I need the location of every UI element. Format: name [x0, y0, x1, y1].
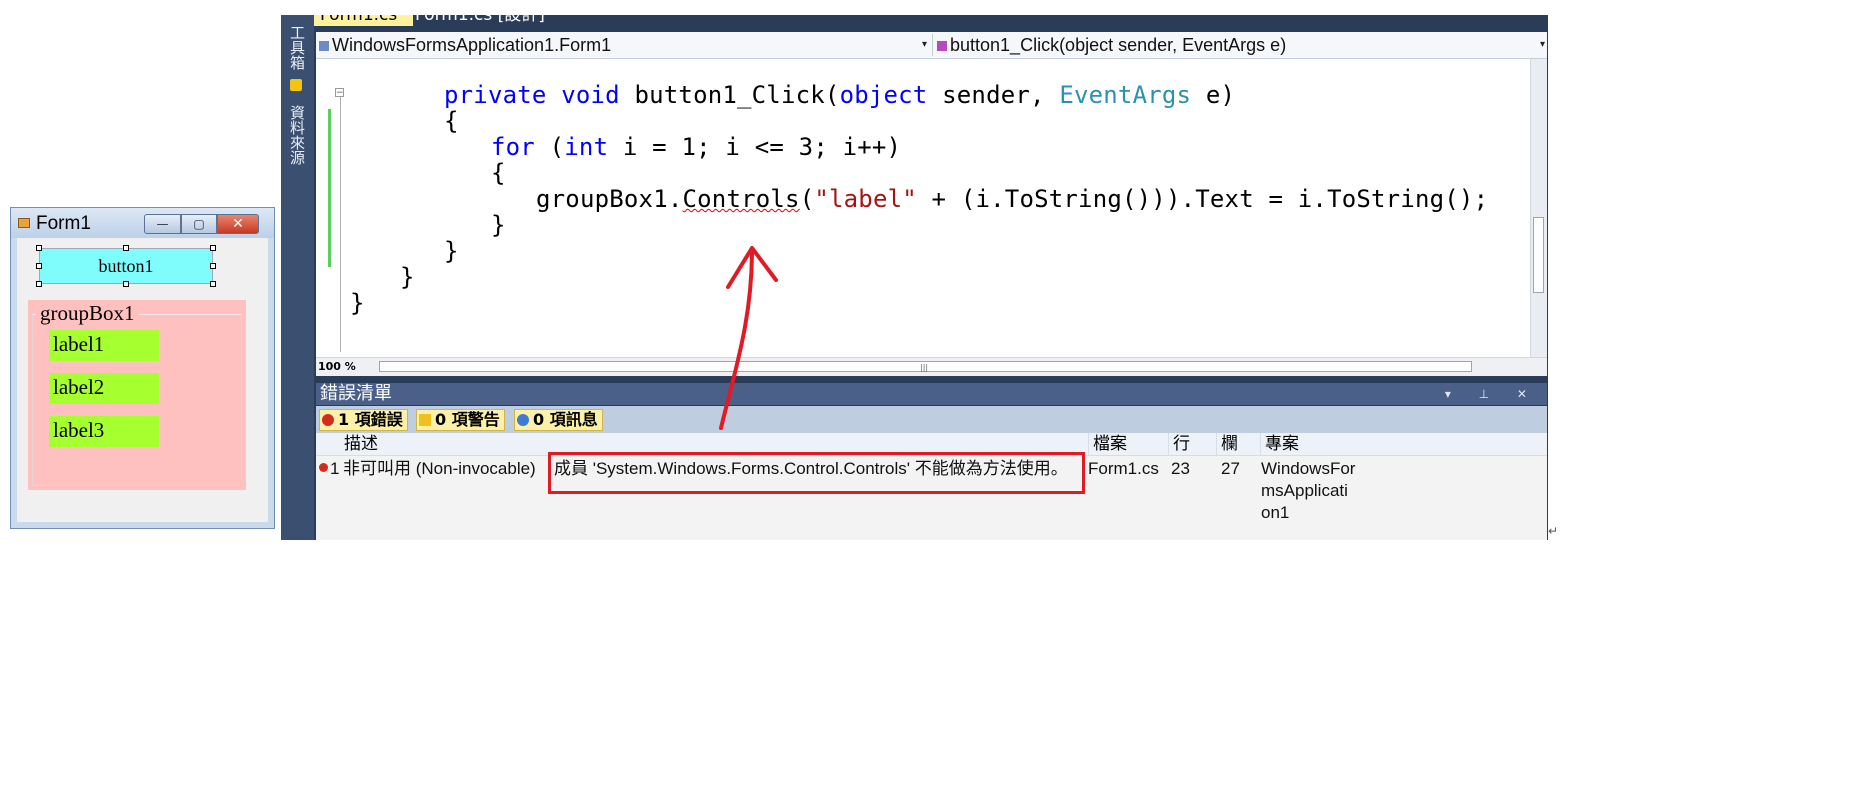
paragraph-mark: ↵ — [1548, 524, 1559, 538]
annotation-arrow — [719, 246, 778, 430]
